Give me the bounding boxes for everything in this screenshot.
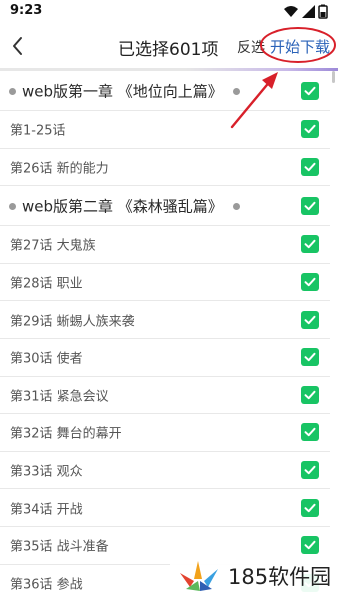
bullet-dot <box>232 202 240 210</box>
chevron-left-icon <box>13 37 22 55</box>
scrollbar[interactable] <box>331 71 336 600</box>
checkmark-icon <box>304 162 316 172</box>
selection-checkbox[interactable] <box>301 157 319 176</box>
scrollbar-thumb[interactable] <box>332 71 335 83</box>
chapter-title: web版第二章 《森林骚乱篇》 <box>22 197 223 216</box>
episode-title: 第26话 新的能力 <box>10 161 109 177</box>
episode-row[interactable]: 第33话 观众 <box>0 452 330 490</box>
episode-title: 第28话 职业 <box>10 276 83 292</box>
episode-title: 第34话 开战 <box>10 502 83 518</box>
chapter-header-row[interactable]: web版第一章 《地位向上篇》 <box>0 71 330 111</box>
episode-row[interactable]: 第1-25话 <box>0 111 330 149</box>
episode-title: 第29话 蜥蜴人族来袭 <box>10 314 135 330</box>
episode-row[interactable]: 第30话 使者 <box>0 339 330 377</box>
chapter-header-row[interactable]: web版第二章 《森林骚乱篇》 <box>0 186 330 227</box>
episode-row[interactable]: 第26话 新的能力 <box>0 149 330 187</box>
watermark-logo-icon <box>180 561 218 591</box>
checkmark-icon <box>304 240 316 249</box>
selection-checkbox[interactable] <box>301 310 319 329</box>
episode-row[interactable]: 第27话 大鬼族 <box>0 226 330 264</box>
title-bar: 已选择601项 反选 开始下载 <box>0 24 338 68</box>
selection-checkbox[interactable] <box>301 348 319 367</box>
episode-row[interactable]: 第31话 紧急会议 <box>0 377 330 415</box>
checkmark-icon <box>304 541 316 550</box>
checkmark-icon <box>304 201 316 210</box>
episode-row[interactable]: 第34话 开战 <box>0 489 330 527</box>
back-button[interactable] <box>6 32 32 60</box>
episode-title: 第32话 舞台的幕开 <box>10 426 122 442</box>
selection-checkbox[interactable] <box>301 423 319 442</box>
selection-checkbox[interactable] <box>301 235 319 254</box>
episode-row[interactable]: 第29话 蜥蜴人族来袭 <box>0 301 330 339</box>
watermark-text: 185软件园 <box>228 565 332 589</box>
bullet-dot <box>9 87 16 95</box>
checkmark-icon <box>304 353 316 362</box>
selection-checkbox[interactable] <box>301 498 319 517</box>
status-icons <box>284 4 328 19</box>
selection-checkbox[interactable] <box>301 461 319 480</box>
checkmark-icon <box>304 465 316 475</box>
signal-icon <box>302 5 315 18</box>
selection-checkbox[interactable] <box>301 536 319 555</box>
watermark: 185软件园 <box>170 556 338 596</box>
episode-list: web版第一章 《地位向上篇》第1-25话第26话 新的能力 web版第二章 《森… <box>0 71 338 600</box>
checkmark-icon <box>304 125 316 134</box>
start-download-button[interactable]: 开始下载 <box>270 36 330 57</box>
episode-row[interactable]: 第28话 职业 <box>0 264 330 302</box>
checkmark-icon <box>304 315 316 324</box>
page-title: 已选择601项 <box>118 40 219 60</box>
invert-selection-button[interactable]: 反选 <box>237 37 265 57</box>
battery-icon <box>318 4 328 19</box>
episode-title: 第31话 紧急会议 <box>10 389 109 405</box>
episode-title: 第30话 使者 <box>10 351 83 367</box>
wifi-icon <box>284 6 298 17</box>
bullet-dot <box>9 202 16 210</box>
status-bar: 9:23 <box>0 0 338 24</box>
chapter-title: web版第一章 《地位向上篇》 <box>22 82 223 100</box>
selection-checkbox[interactable] <box>301 273 319 292</box>
selection-checkbox[interactable] <box>301 120 319 139</box>
selection-checkbox[interactable] <box>301 81 319 100</box>
checkmark-icon <box>304 428 316 437</box>
episode-title: 第1-25话 <box>10 123 66 139</box>
episode-title: 第35话 战斗准备 <box>10 539 109 555</box>
episode-row[interactable]: 第32话 舞台的幕开 <box>0 414 330 452</box>
episode-title: 第36话 参战 <box>10 577 83 593</box>
episode-title: 第33话 观众 <box>10 464 83 480</box>
checkmark-icon <box>304 503 316 512</box>
status-time: 9:23 <box>10 3 43 18</box>
selection-checkbox[interactable] <box>301 385 319 404</box>
checkmark-icon <box>304 390 316 400</box>
selection-checkbox[interactable] <box>301 196 319 215</box>
bullet-dot <box>232 87 240 95</box>
episode-title: 第27话 大鬼族 <box>10 238 96 254</box>
checkmark-icon <box>304 277 316 287</box>
checkmark-icon <box>304 86 316 95</box>
